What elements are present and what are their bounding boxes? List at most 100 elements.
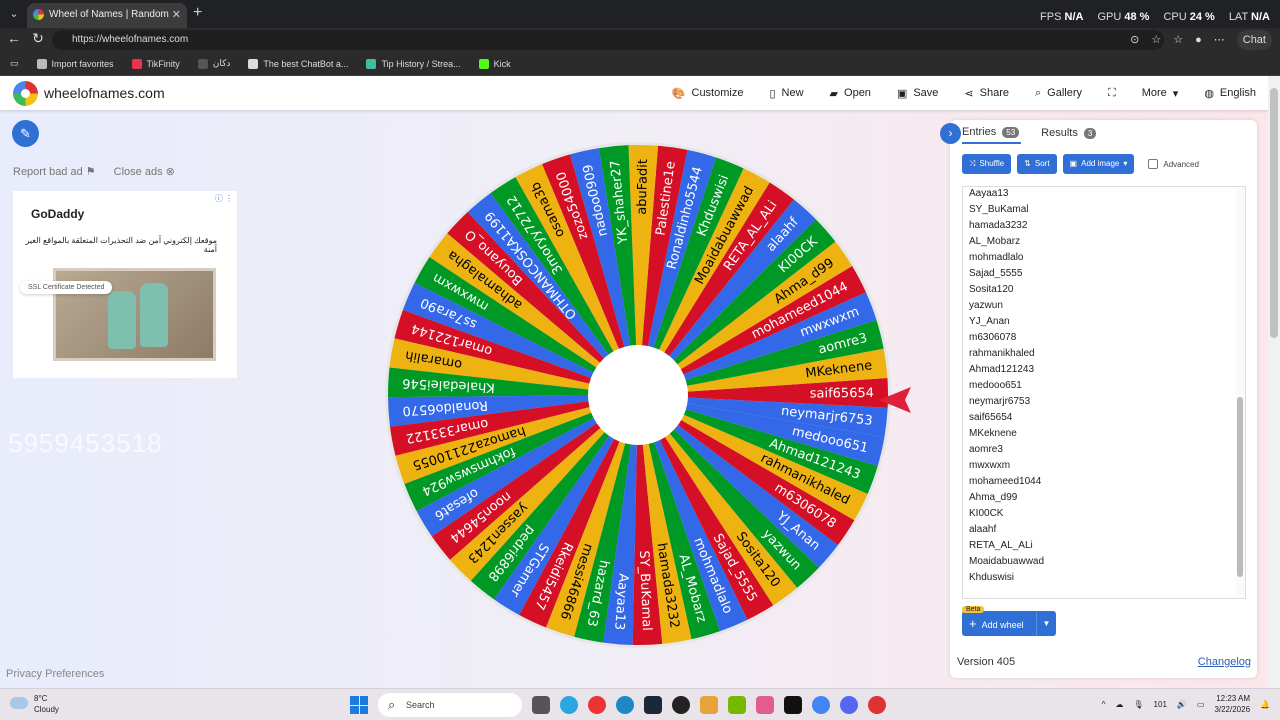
- customize-button[interactable]: 🎨 Customize: [672, 87, 744, 100]
- sort-button[interactable]: ⇅ Sort: [1017, 154, 1057, 174]
- tiktok-icon[interactable]: [784, 696, 802, 714]
- battery-icon[interactable]: ▭: [1197, 700, 1205, 709]
- entry-line[interactable]: KI00CK: [969, 506, 1044, 522]
- discord-icon[interactable]: [840, 696, 858, 714]
- advanced-toggle[interactable]: Advanced: [1148, 159, 1199, 169]
- entry-line[interactable]: medooo651: [969, 378, 1044, 394]
- windows-start-icon[interactable]: [350, 696, 368, 714]
- bookmark-item[interactable]: The best ChatBot a...: [248, 58, 348, 69]
- add-wheel-button[interactable]: + Add wheel ▼: [962, 611, 1056, 636]
- app-icon[interactable]: [672, 696, 690, 714]
- entries-textarea[interactable]: Aayaa13 SY_BuKamal hamada3232 AL_Mobarz mohm…: [962, 186, 1246, 599]
- changelog-link[interactable]: Changelog: [1198, 656, 1251, 668]
- edge-icon[interactable]: [616, 696, 634, 714]
- close-tab-icon[interactable]: ✕: [172, 3, 181, 27]
- entry-line[interactable]: YJ_Anan: [969, 314, 1044, 330]
- bookmark-item[interactable]: Kick: [478, 58, 511, 69]
- add-image-button[interactable]: ▣ Add image ▾: [1062, 154, 1135, 174]
- entry-line[interactable]: Aayaa13: [969, 187, 1044, 202]
- entry-line[interactable]: m6306078: [969, 330, 1044, 346]
- entry-line[interactable]: mwxwxm: [969, 458, 1044, 474]
- entry-line[interactable]: mohameed1044: [969, 474, 1044, 490]
- bookmark-item[interactable]: TikFinity: [131, 58, 180, 69]
- bookmark-folder-icon[interactable]: ▭: [10, 58, 19, 69]
- collapse-panel-icon[interactable]: ›: [940, 123, 961, 144]
- entry-line[interactable]: AL_Mobarz: [969, 234, 1044, 250]
- entry-line[interactable]: Ahmad121243: [969, 362, 1044, 378]
- chevron-down-icon[interactable]: ▼: [1036, 611, 1056, 636]
- entry-line[interactable]: Sosita120: [969, 282, 1044, 298]
- more-button[interactable]: More ▾: [1142, 87, 1179, 100]
- clock[interactable]: 12:23 AM 3/22/2026: [1214, 693, 1250, 715]
- onedrive-icon[interactable]: ☁: [1115, 700, 1123, 709]
- tab-results[interactable]: Results 3: [1041, 126, 1098, 144]
- notifications-icon[interactable]: 🔔: [1260, 700, 1270, 709]
- entry-line[interactable]: saif65654: [969, 410, 1044, 426]
- gallery-button[interactable]: ⌕ Gallery: [1035, 87, 1082, 100]
- folder-icon[interactable]: [700, 696, 718, 714]
- entry-line[interactable]: MKeknene: [969, 426, 1044, 442]
- browser-tab[interactable]: Wheel of Names | Random name p ✕: [27, 3, 187, 44]
- wheel-svg[interactable]: neymarjr6753saif65654MKekneneaomre3mwxwx…: [382, 139, 894, 651]
- url-field[interactable]: https://wheelofnames.com: [52, 30, 1164, 50]
- app-icon[interactable]: [868, 696, 886, 714]
- name-wheel[interactable]: neymarjr6753 saif65654 MKeknene aomre3 mwxwx…: [382, 139, 911, 651]
- entry-line[interactable]: Moaidabuawwad: [969, 554, 1044, 570]
- bookmark-item[interactable]: Import favorites: [36, 58, 114, 69]
- entry-line[interactable]: rahmanikhaled: [969, 346, 1044, 362]
- chevron-up-icon[interactable]: ^: [1102, 700, 1106, 709]
- profile-avatar[interactable]: ●: [1195, 30, 1202, 50]
- copilot-chat-button[interactable]: Chat: [1236, 30, 1272, 50]
- favorites-icon[interactable]: ☆: [1173, 30, 1183, 50]
- tab-list-icon[interactable]: ⌄: [4, 4, 24, 24]
- entry-line[interactable]: neymarjr6753: [969, 394, 1044, 410]
- bookmark-item[interactable]: دكان: [197, 58, 230, 69]
- wheel-logo-icon[interactable]: [13, 81, 38, 106]
- advanced-checkbox[interactable]: [1148, 159, 1159, 169]
- taskbar-search[interactable]: Search: [378, 693, 522, 717]
- privacy-preferences-link[interactable]: Privacy Preferences: [6, 668, 104, 680]
- reader-icon[interactable]: ⊙: [1130, 30, 1139, 50]
- weather-widget[interactable]: 8°C Cloudy: [10, 693, 59, 715]
- entry-line[interactable]: mohmadlalo: [969, 250, 1044, 266]
- entry-line[interactable]: RETA_AL_ALi: [969, 538, 1044, 554]
- entry-line[interactable]: yazwun: [969, 298, 1044, 314]
- reload-icon[interactable]: ↻: [28, 30, 48, 47]
- entry-line[interactable]: Ahma_d99: [969, 490, 1044, 506]
- entry-line[interactable]: Sajad_5555: [969, 266, 1044, 282]
- entry-line[interactable]: SY_BuKamal: [969, 202, 1044, 218]
- ad-info-icon[interactable]: ⓘ ⋮: [215, 193, 233, 204]
- entry-line[interactable]: hamada3232: [969, 218, 1044, 234]
- bookmark-item[interactable]: Tip History / Strea...: [366, 58, 461, 69]
- favorite-star-icon[interactable]: ☆: [1151, 30, 1161, 50]
- fullscreen-button[interactable]: ⛶: [1108, 87, 1116, 100]
- page-scroll-thumb[interactable]: [1270, 88, 1278, 338]
- report-bad-ad-link[interactable]: Report bad ad ⚑: [13, 165, 96, 178]
- save-button[interactable]: ▣ Save: [897, 87, 938, 100]
- page-scrollbar[interactable]: [1268, 76, 1280, 688]
- back-icon[interactable]: ←: [4, 30, 24, 46]
- tab-entries[interactable]: Entries 53: [962, 126, 1022, 144]
- entry-line[interactable]: Khduswisi: [969, 570, 1044, 586]
- language-button[interactable]: ◍ English: [1204, 87, 1256, 100]
- nvidia-icon[interactable]: [728, 696, 746, 714]
- entries-scroll-thumb[interactable]: [1237, 397, 1243, 577]
- volume-icon[interactable]: 🔊: [1177, 700, 1187, 709]
- entry-line[interactable]: alaahf: [969, 522, 1044, 538]
- entries-scrollbar[interactable]: [1236, 187, 1245, 598]
- mic-icon[interactable]: 🎙: [1133, 700, 1143, 709]
- shuffle-button[interactable]: ⤨ Shuffle: [962, 154, 1012, 174]
- chrome-icon[interactable]: [812, 696, 830, 714]
- edit-pencil-icon[interactable]: ✎: [12, 120, 39, 147]
- app-icon[interactable]: [756, 696, 774, 714]
- app-icon[interactable]: [588, 696, 606, 714]
- copilot-icon[interactable]: [560, 696, 578, 714]
- new-button[interactable]: ▯ New: [769, 87, 803, 100]
- close-ads-link[interactable]: Close ads ⊗: [114, 165, 175, 178]
- share-button[interactable]: ⋖ Share: [964, 87, 1009, 100]
- task-view-icon[interactable]: [532, 696, 550, 714]
- site-name[interactable]: wheelofnames.com: [44, 85, 165, 101]
- more-options-icon[interactable]: ⋯: [1214, 30, 1225, 50]
- entry-line[interactable]: aomre3: [969, 442, 1044, 458]
- open-button[interactable]: ▰ Open: [830, 87, 871, 100]
